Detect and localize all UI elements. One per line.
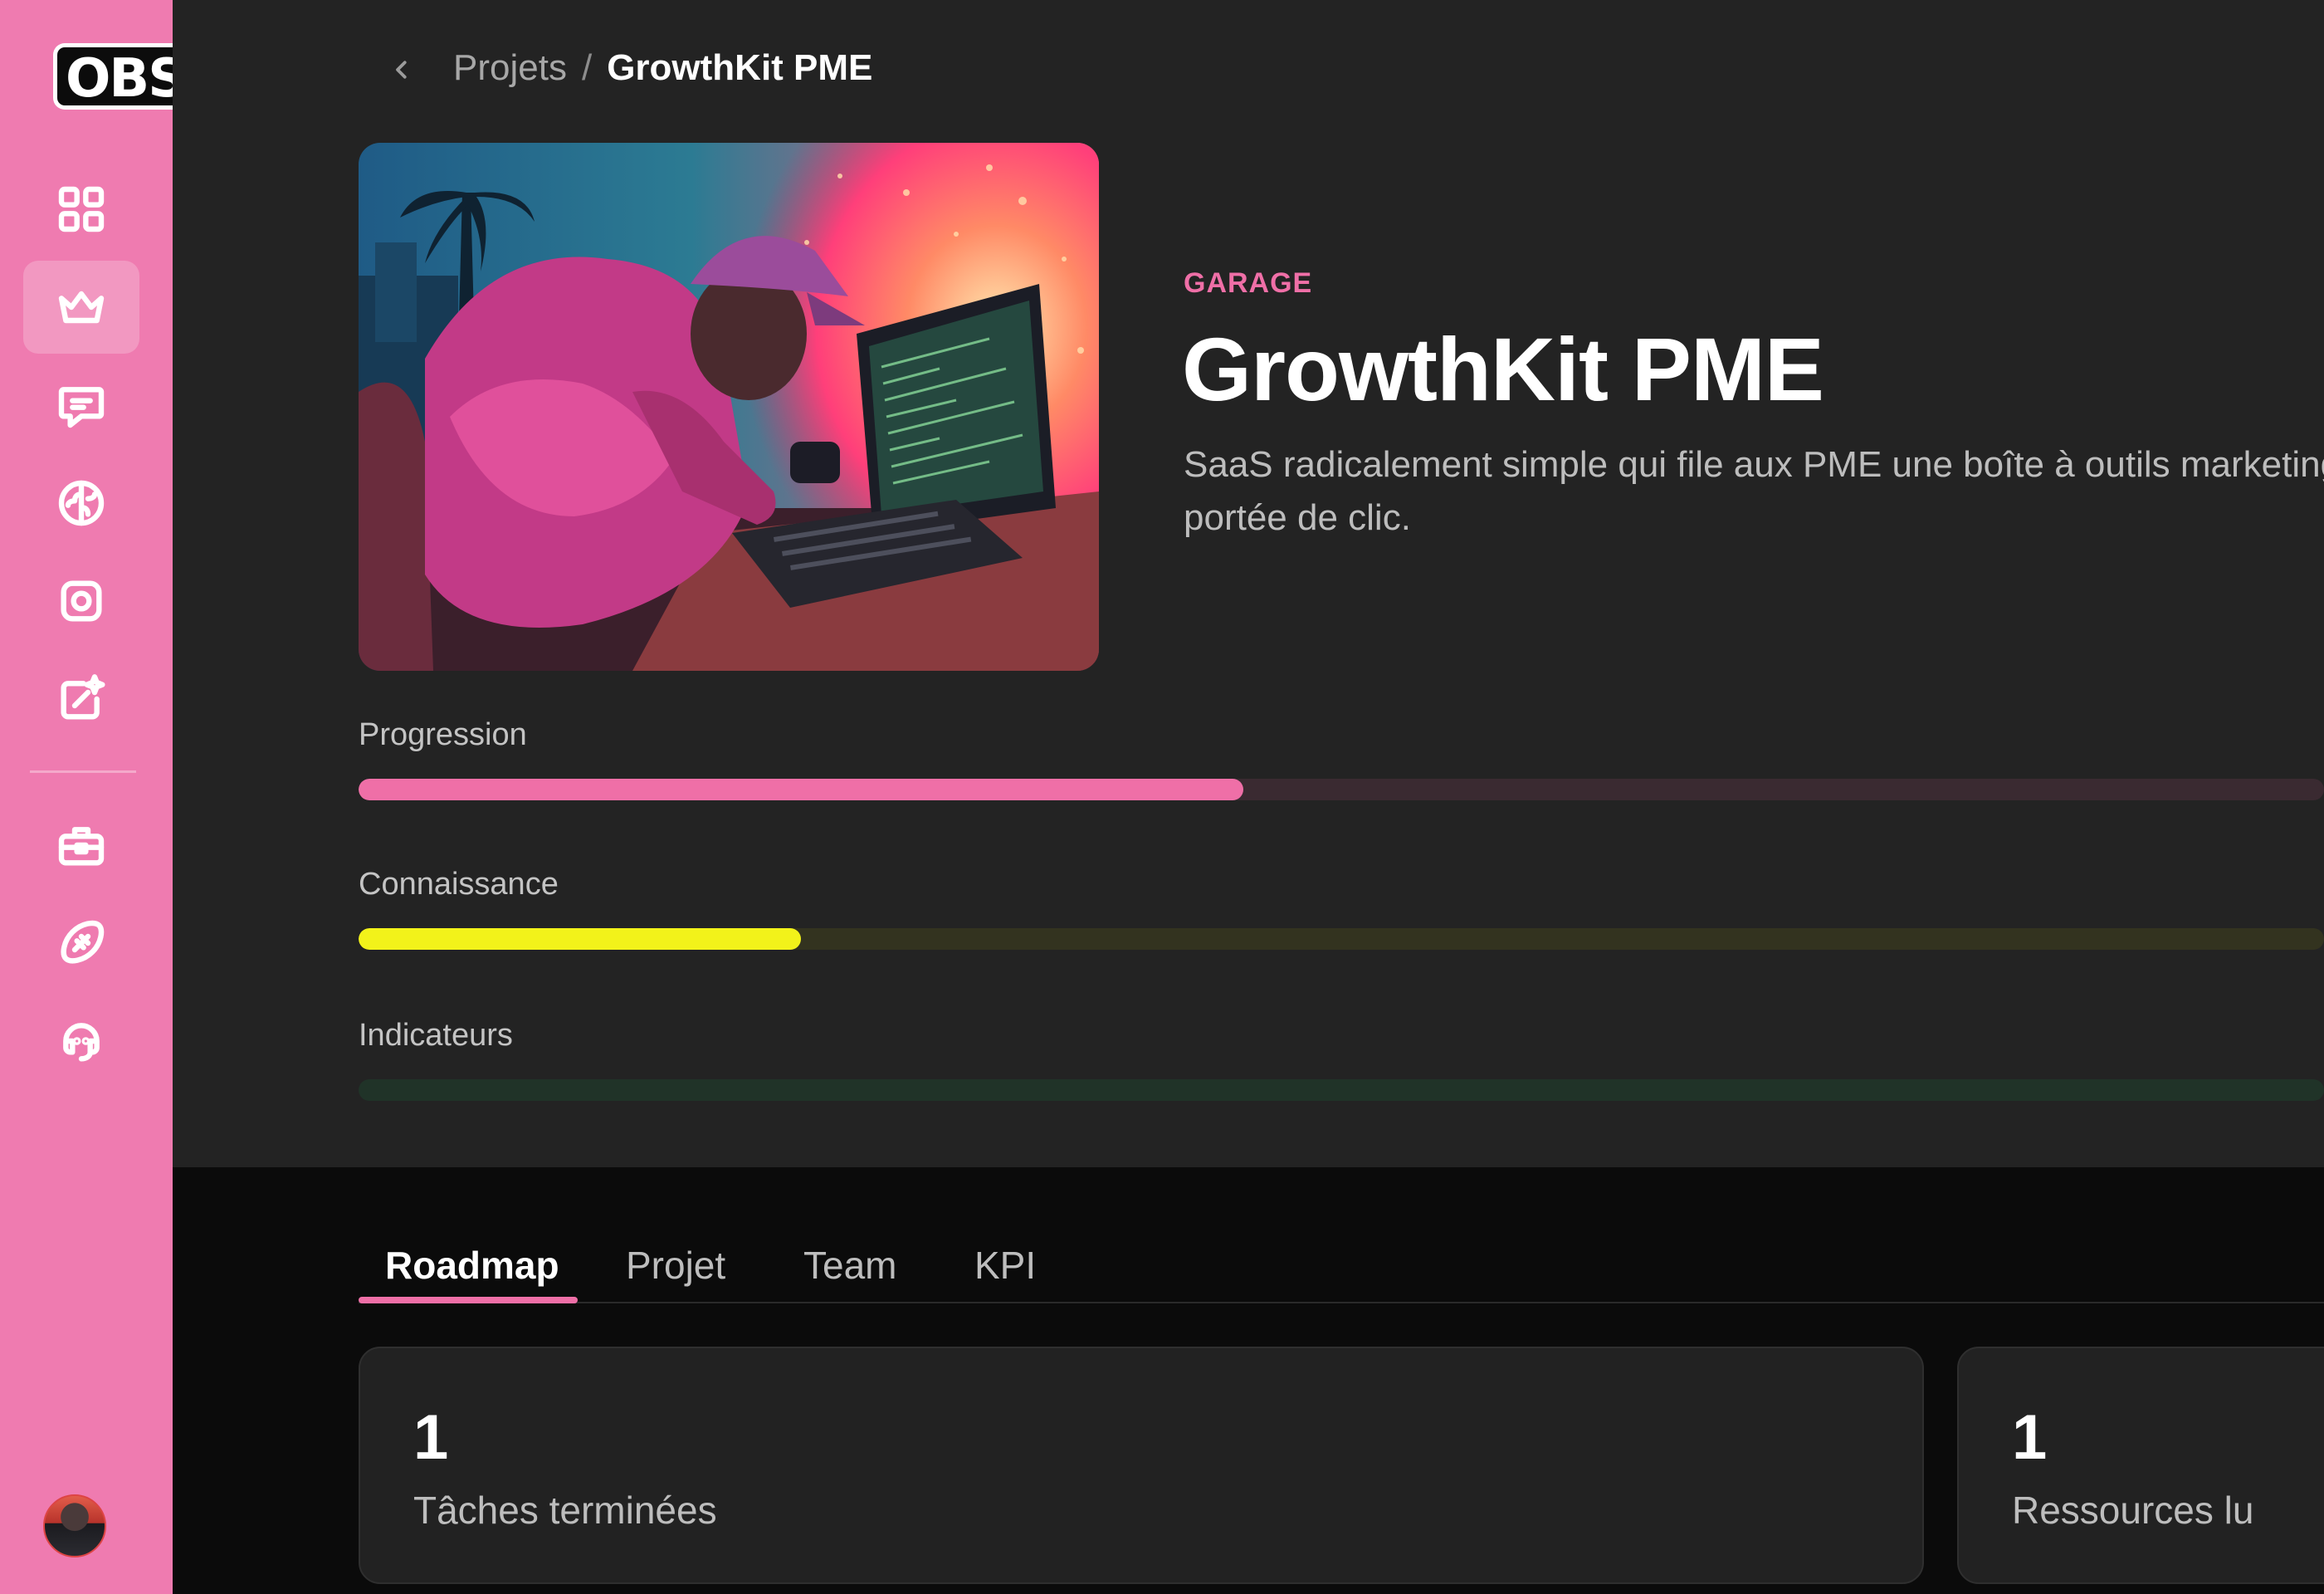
user-avatar[interactable] <box>43 1494 106 1557</box>
project-cover-image <box>359 143 1099 671</box>
tab-team[interactable]: Team <box>803 1229 896 1302</box>
sidebar-item-dashboard[interactable] <box>23 163 139 256</box>
sidebar-item-messages[interactable] <box>23 359 139 452</box>
stat-label: Tâches terminées <box>413 1489 717 1532</box>
sidebar-divider <box>30 770 136 773</box>
toolbox-icon <box>58 827 105 866</box>
active-tab-indicator <box>359 1297 578 1303</box>
connaissance-label: Connaissance <box>359 867 559 902</box>
grid-icon <box>58 186 105 232</box>
chevron-left-icon <box>396 61 407 79</box>
stat-label: Ressources lu <box>2012 1489 2254 1532</box>
indicateurs-label: Indicateurs <box>359 1018 513 1053</box>
tab-kpi[interactable]: KPI <box>974 1229 1036 1302</box>
stat-card-resources: 1 Ressources lu <box>1957 1347 2324 1584</box>
sidebar: OBS <box>0 0 173 1594</box>
tab-projet[interactable]: Projet <box>626 1229 725 1302</box>
progression-bar <box>359 779 2324 800</box>
square-circle-icon <box>61 580 102 622</box>
chat-icon <box>58 387 105 428</box>
stat-value: 1 <box>2012 1402 2048 1473</box>
progression-bar-fill <box>359 779 1243 800</box>
crown-icon <box>58 291 105 324</box>
sidebar-item-knowledge[interactable] <box>23 457 139 550</box>
connaissance-bar <box>359 928 2324 950</box>
breadcrumb-separator: / <box>581 47 593 88</box>
sidebar-item-toolbox[interactable] <box>23 799 139 892</box>
indicateurs-bar <box>359 1079 2324 1101</box>
breadcrumb: Projets / GrowthKit PME <box>453 43 872 93</box>
back-button[interactable] <box>383 51 420 88</box>
project-description: SaaS radicalement simple qui file aux PM… <box>1184 444 2324 538</box>
stat-value: 1 <box>413 1402 449 1473</box>
sidebar-item-sport[interactable] <box>23 897 139 990</box>
sidebar-item-support[interactable] <box>23 995 139 1088</box>
logo-text: OBS <box>66 48 173 110</box>
brain-icon <box>58 480 105 526</box>
breadcrumb-current: GrowthKit PME <box>607 47 873 88</box>
sidebar-item-projects[interactable] <box>23 261 139 354</box>
tabs-divider <box>359 1302 2324 1303</box>
breadcrumb-projects-link[interactable]: Projets <box>453 47 567 89</box>
connaissance-bar-fill <box>359 928 801 950</box>
sidebar-item-share[interactable] <box>23 653 139 746</box>
hacker-illustration <box>359 143 1099 671</box>
app-root: OBS Projets / GrowthKit PME GARAGE Growt… <box>0 0 2324 1594</box>
sidebar-item-media[interactable] <box>23 555 139 648</box>
obs-logo[interactable]: OBS <box>53 43 173 110</box>
stat-card-tasks: 1 Tâches terminées <box>359 1347 1924 1584</box>
support-headset-icon <box>63 1023 100 1062</box>
project-category: GARAGE <box>1184 267 1313 299</box>
progression-label: Progression <box>359 717 527 752</box>
project-title: GrowthKit PME <box>1182 319 1824 419</box>
share-sparkle-icon <box>61 674 105 720</box>
tab-roadmap[interactable]: Roadmap <box>385 1229 559 1302</box>
rugby-ball-icon <box>61 920 105 964</box>
